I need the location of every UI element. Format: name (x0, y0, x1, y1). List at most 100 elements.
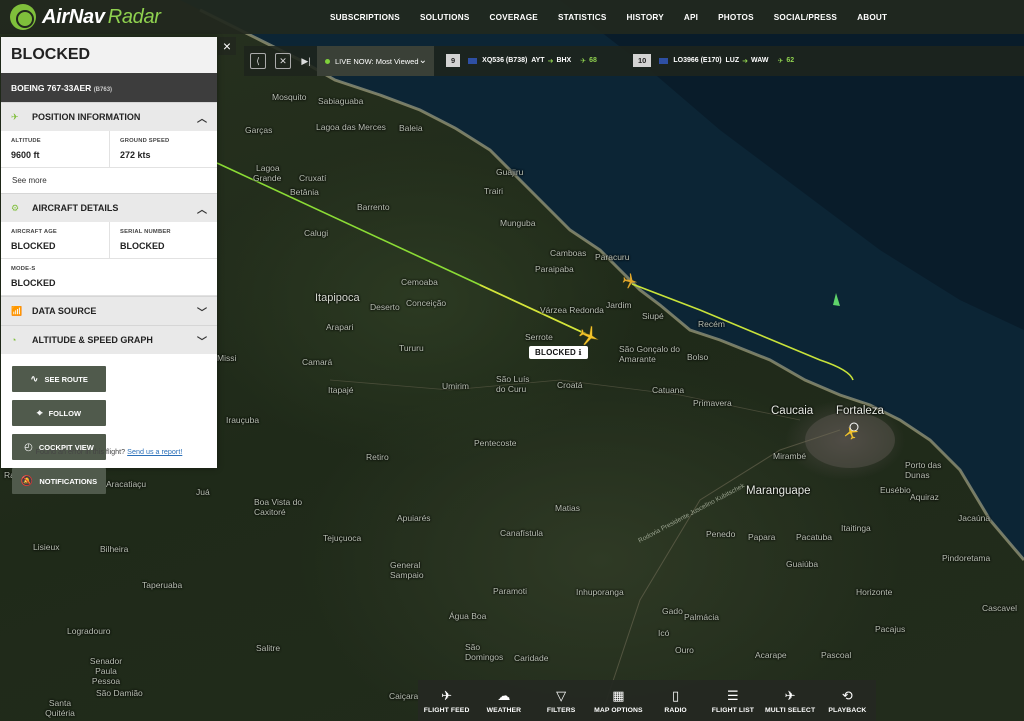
live-trending-bar: ⟨ ✕ ▶| LIVE NOW: Most Viewed ⌄ 9 XQ536 (… (244, 46, 1024, 76)
map-label: Bilheira (100, 544, 129, 554)
map-label: Paraipaba (535, 264, 574, 274)
section-title: POSITION INFORMATION (32, 112, 141, 122)
trending-flight[interactable]: 9 XQ536 (B738) AYT ➜ BHX ✈ 68 (446, 54, 597, 67)
map-label: Catuana (652, 385, 685, 395)
aircraft-icon[interactable] (843, 425, 859, 441)
toolbar-label: PLAYBACK (828, 706, 867, 714)
map-label: Boa Vista do Caxitoré (254, 497, 303, 517)
error-text: Found an error in this flight? (35, 447, 126, 456)
toolbar-multi-select[interactable]: ✈ MULTI SELECT (762, 680, 819, 721)
map-label: Croatá (557, 380, 583, 390)
flight-details-panel: BLOCKED BOEING 767-33AER (B763) ✈ POSITI… (1, 37, 217, 494)
next-icon[interactable]: ▶| (298, 53, 314, 69)
info-icon: ℹ (578, 348, 582, 357)
nav-item-subscriptions[interactable]: SUBSCRIPTIONS (330, 13, 400, 22)
button-label: FOLLOW (48, 408, 82, 418)
chevron-up-icon: ︿ (197, 204, 207, 216)
map-label: Itapipoca (315, 292, 360, 304)
map-label: Pentecoste (474, 438, 517, 448)
flight-title: BLOCKED (1, 37, 217, 73)
toolbar-label: FLIGHT LIST (711, 706, 754, 714)
map-label: Caiçara (389, 691, 419, 701)
map-label: Lagoa das Merces (316, 122, 386, 132)
send-report-link[interactable]: Send us a report! (127, 447, 182, 456)
map-label: Betânia (290, 187, 319, 197)
map-label: Barrento (357, 202, 390, 212)
map-label: Tururu (399, 343, 424, 353)
nav-item-solutions[interactable]: SOLUTIONS (420, 13, 470, 22)
see-route-button[interactable]: ∿ SEE ROUTE (12, 366, 106, 392)
nav-item-coverage[interactable]: COVERAGE (490, 13, 538, 22)
nav-item-about[interactable]: ABOUT (857, 13, 887, 22)
flight-list-icon: ☰ (727, 687, 739, 703)
trending-flight[interactable]: 10 LO3966 (E170) LUZ ➜ WAW ✈ 62 (633, 54, 794, 67)
nav-item-history[interactable]: HISTORY (627, 13, 664, 22)
airline-logo-icon (468, 57, 478, 64)
chevron-up-icon: ︿ (197, 113, 207, 125)
toolbar-map-options[interactable]: ▦ MAP OPTIONS (590, 680, 647, 721)
map-label: Maranguape (746, 485, 811, 497)
toolbar-weather[interactable]: ☁ WEATHER (475, 680, 532, 721)
nav-item-social-press[interactable]: SOCIAL/PRESS (774, 13, 837, 22)
nav-item-api[interactable]: API (684, 13, 698, 22)
map-label: Itaitinga (841, 523, 871, 533)
close-bar-icon[interactable]: ✕ (275, 53, 291, 69)
section-aircraft-header[interactable]: ⚙ AIRCRAFT DETAILS ︿ (1, 193, 217, 222)
section-title: ALTITUDE & SPEED GRAPH (32, 335, 153, 345)
toolbar-label: FLIGHT FEED (423, 706, 470, 714)
map-label: Sabiaguaba (318, 96, 364, 106)
map-label: Fortaleza (836, 405, 884, 417)
section-title: AIRCRAFT DETAILS (32, 203, 119, 213)
plane-icon: ✈ (580, 57, 587, 65)
plane-feed-icon: ✈ (441, 687, 453, 703)
map-label: Papara (748, 532, 776, 542)
map-label: Baleia (399, 123, 423, 133)
section-position-header[interactable]: ✈ POSITION INFORMATION ︿ (1, 102, 217, 131)
modes-grid: MODE-S BLOCKED (1, 259, 217, 296)
live-mode-select[interactable]: LIVE NOW: Most Viewed ⌄ (317, 46, 434, 76)
map-label: Caridade (514, 653, 549, 663)
notifications-button[interactable]: 🔕 NOTIFICATIONS (12, 468, 106, 494)
follow-button[interactable]: ⌖ FOLLOW (12, 400, 106, 426)
radio-icon: ▯ (672, 687, 680, 703)
see-more-link[interactable]: See more (1, 168, 217, 193)
aircraft-grid: AIRCRAFT AGE BLOCKED SERIAL NUMBER BLOCK… (1, 222, 217, 259)
nav-item-photos[interactable]: PHOTOS (718, 13, 754, 22)
toolbar-flight-feed[interactable]: ✈ FLIGHT FEED (418, 680, 475, 721)
nav-menu: SUBSCRIPTIONS SOLUTIONS COVERAGE STATIST… (320, 0, 897, 34)
ground-speed-cell: GROUND SPEED 272 kts (109, 131, 217, 167)
map-label: Eusébio (880, 485, 911, 495)
map-label: Arapari (326, 322, 354, 332)
map-label: Camboas (550, 248, 587, 258)
map-label: Matias (555, 503, 581, 513)
nav-item-statistics[interactable]: STATISTICS (558, 13, 607, 22)
selected-aircraft-icon[interactable] (577, 324, 601, 348)
section-data-source-header[interactable]: 📶 DATA SOURCE ﹀ (1, 296, 217, 325)
mode-s-value: BLOCKED (11, 278, 56, 288)
button-label: NOTIFICATIONS (39, 476, 98, 486)
map-label: Penedo (706, 529, 736, 539)
aircraft-icon[interactable] (621, 272, 639, 290)
map-label: Inhuporanga (576, 587, 624, 597)
close-panel-button[interactable]: × (218, 37, 236, 55)
map-label: Logradouro (67, 626, 111, 636)
map-label: Senador Paula Pessoa (89, 656, 123, 686)
toolbar-radio[interactable]: ▯ RADIO (647, 680, 704, 721)
aircraft-type: BOEING 767-33AER (B763) (1, 73, 217, 102)
toolbar-playback[interactable]: ⟲ PLAYBACK (819, 680, 876, 721)
toolbar-label: MULTI SELECT (765, 706, 816, 714)
aircraft-code: (B763) (93, 87, 113, 93)
collapse-left-icon[interactable]: ⟨ (250, 53, 266, 69)
map-label: Taperuaba (142, 580, 183, 590)
map-label: Caucaia (771, 405, 814, 417)
toolbar-filters[interactable]: ▽ FILTERS (533, 680, 590, 721)
altitude-label: ALTITUDE (11, 138, 41, 144)
section-alt-speed-header[interactable]: ◔ ALTITUDE & SPEED GRAPH ﹀ (1, 325, 217, 354)
live-select-label: LIVE NOW: Most Viewed (335, 56, 419, 66)
aircraft-details-icon: ⚙ (11, 202, 20, 213)
toolbar-flight-list[interactable]: ☰ FLIGHT LIST (704, 680, 761, 721)
brand-logo[interactable]: AirNav Radar (10, 4, 161, 30)
flight-callsign-tag[interactable]: BLOCKED ℹ (529, 346, 588, 359)
toolbar-label: RADIO (664, 706, 687, 714)
mode-s-cell: MODE-S BLOCKED (1, 259, 217, 295)
